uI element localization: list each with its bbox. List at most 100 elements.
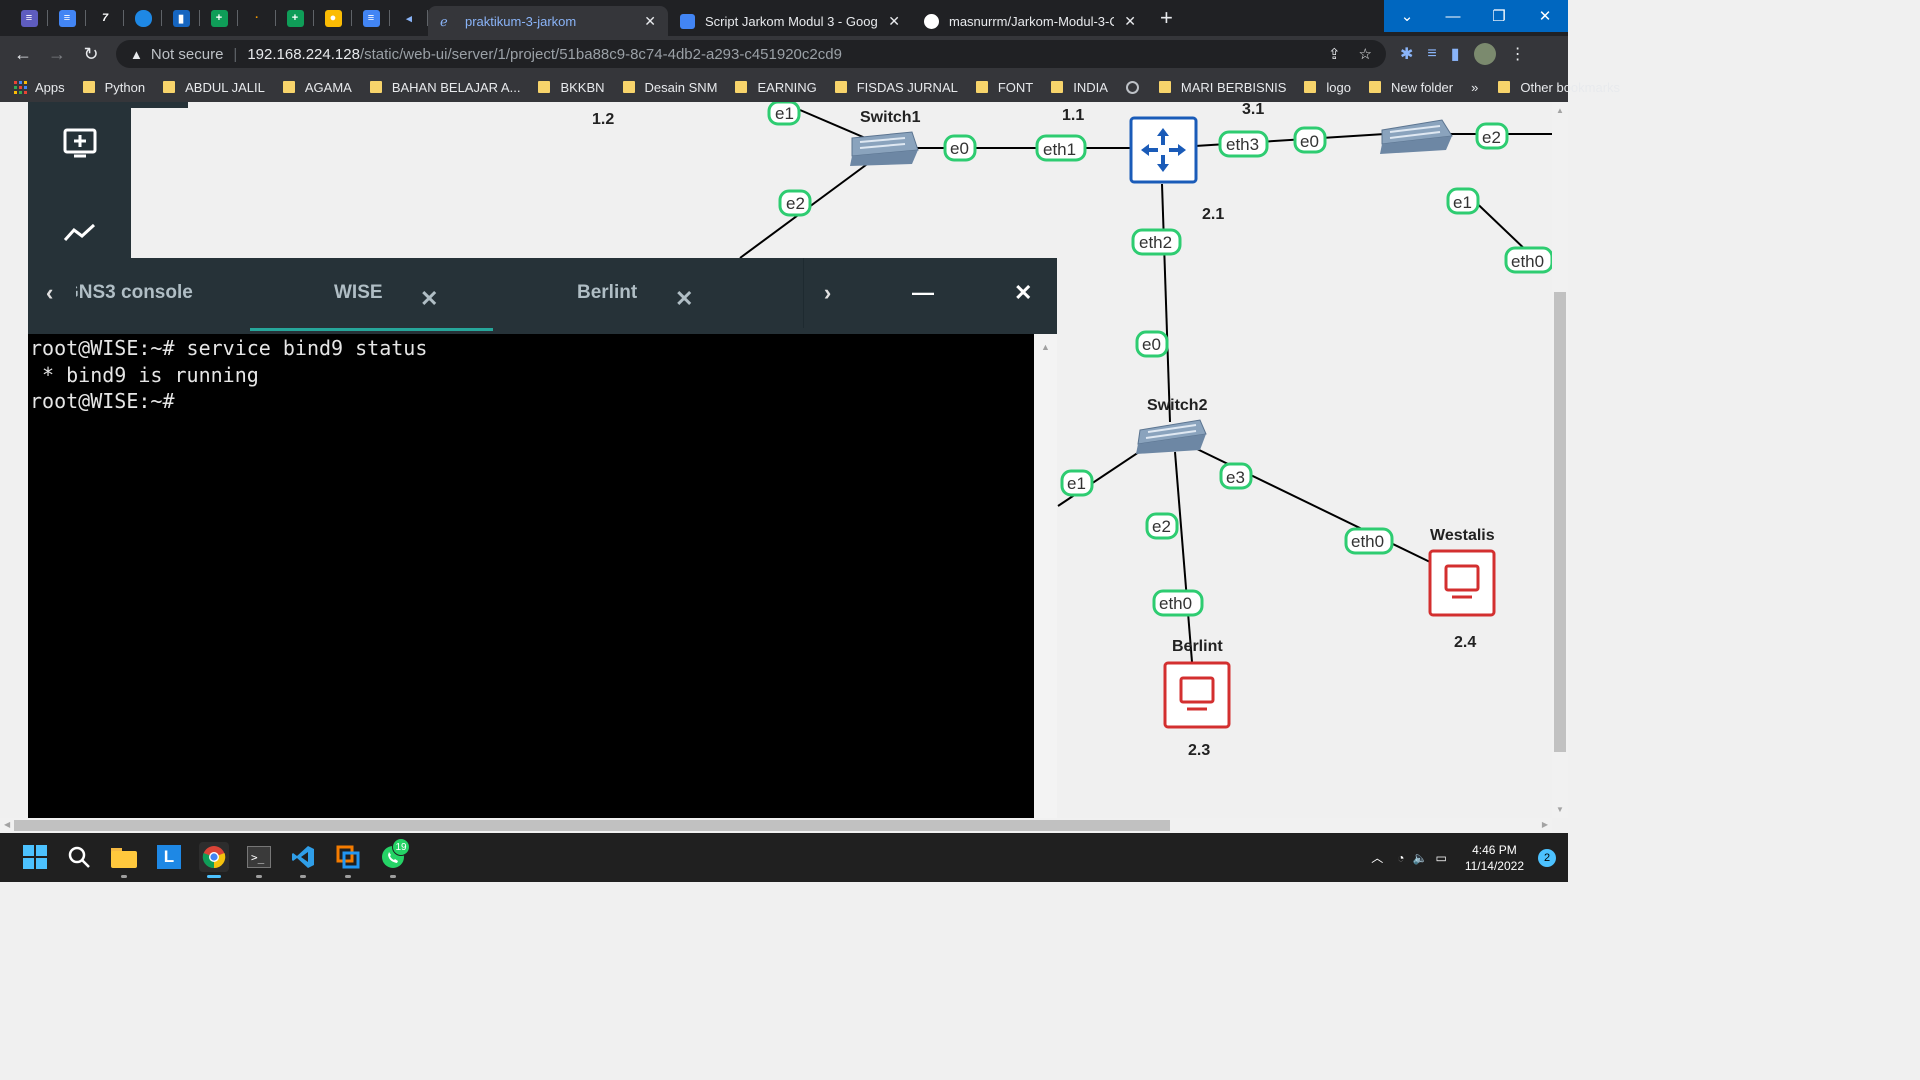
pinned-tab-sheets2-icon[interactable]: + — [276, 0, 314, 36]
bookmark-star-icon[interactable]: ☆ — [1359, 45, 1372, 63]
pinned-tab-audio-icon[interactable]: ◂ — [390, 0, 428, 36]
bookmark-folder[interactable]: Desain SNM — [622, 80, 717, 95]
new-tab-icon[interactable]: + — [1160, 5, 1173, 31]
restore-icon[interactable]: ❐ — [1476, 0, 1522, 32]
terminal-icon[interactable]: >_ — [244, 842, 274, 872]
add-link-icon[interactable] — [28, 222, 131, 244]
scroll-tabs-right-icon[interactable]: › — [803, 258, 851, 328]
other-bookmarks[interactable]: Other bookmarks — [1498, 80, 1620, 95]
page-horizontal-scrollbar[interactable]: ◀ ▶ — [0, 818, 1552, 833]
file-explorer-icon[interactable] — [109, 842, 139, 872]
reload-icon[interactable]: ↻ — [74, 37, 108, 71]
pinned-tab-tasks-icon[interactable]: ≡ — [10, 0, 48, 36]
url-path: /static/web-ui/server/1/project/51ba88c9… — [359, 45, 842, 63]
pinned-tab-docs2-icon[interactable]: ≡ — [352, 0, 390, 36]
share-icon[interactable]: ⇪ — [1328, 45, 1341, 63]
bookmark-folder[interactable]: Python — [82, 80, 145, 95]
back-icon[interactable]: ← — [6, 37, 40, 71]
tab-search-icon[interactable]: ⌄ — [1384, 0, 1430, 32]
pinned-tab-seven-icon[interactable]: 7 — [86, 0, 124, 36]
url-input[interactable]: ▲ Not secure | 192.168.224.128 /static/w… — [116, 40, 1386, 68]
vmware-icon[interactable] — [333, 842, 363, 872]
bookmark-folder[interactable]: INDIA — [1051, 80, 1108, 95]
extensions-icon[interactable]: ✱ — [1400, 44, 1413, 64]
bookmark-folder[interactable]: FONT — [975, 80, 1033, 95]
forward-icon[interactable]: → — [40, 37, 74, 71]
battery-icon[interactable]: ▭ — [1435, 851, 1446, 865]
bookmark-folder[interactable]: AGAMA — [282, 80, 352, 95]
search-icon[interactable] — [64, 842, 94, 872]
start-icon[interactable] — [20, 842, 50, 872]
pinned-tab-trello-icon[interactable]: ▮ — [162, 0, 200, 36]
pinned-tab-docs-icon[interactable]: ≡ — [48, 0, 86, 36]
switch1-icon[interactable] — [850, 131, 919, 166]
page-vertical-scrollbar[interactable]: ▲ ▼ — [1552, 102, 1568, 818]
bookmark-folder[interactable]: New folder — [1368, 80, 1453, 95]
berlint-pc-icon[interactable] — [1163, 661, 1231, 729]
media-icon[interactable]: ≡ — [1427, 45, 1436, 63]
running-indicator — [300, 875, 306, 878]
tab-github[interactable]: masnurrm/Jarkom-Modul-3-C11 ✕ — [912, 6, 1148, 36]
more-bookmarks-icon[interactable]: » — [1471, 80, 1478, 95]
tab-praktikum[interactable]: ℯ praktikum-3-jarkom ✕ — [428, 6, 668, 36]
pinned-tab-cloud-icon[interactable] — [124, 0, 162, 36]
scrollbar-thumb[interactable] — [14, 820, 1170, 831]
add-node-icon[interactable] — [28, 128, 131, 158]
minimize-console-icon[interactable]: — — [912, 258, 934, 328]
whatsapp-icon[interactable]: 19 — [378, 838, 410, 872]
terminal-output[interactable]: root@WISE:~# service bind9 status * bind… — [28, 334, 1034, 818]
address-label: 1.1 — [1062, 107, 1084, 124]
tab-close-icon[interactable]: ✕ — [644, 13, 656, 30]
port-label: e2 — [786, 194, 805, 213]
scroll-down-icon[interactable]: ▼ — [1556, 805, 1564, 814]
menu-kebab-icon[interactable]: ⋮ — [1510, 44, 1526, 64]
scroll-up-icon[interactable]: ▲ — [1556, 106, 1564, 115]
vscode-icon[interactable] — [288, 842, 318, 872]
volume-icon[interactable]: 🔈 — [1413, 851, 1428, 865]
tab-wise[interactable]: WISE — [334, 258, 383, 328]
minimize-icon[interactable]: — — [1430, 0, 1476, 32]
chrome-icon[interactable] — [199, 842, 229, 872]
switch3-icon[interactable] — [1380, 119, 1453, 154]
bookmark-folder[interactable]: logo — [1304, 80, 1351, 95]
l-app-icon[interactable]: L — [154, 842, 184, 872]
tab-script-jarkom[interactable]: Script Jarkom Modul 3 - Google ✕ — [668, 6, 912, 36]
profile-avatar[interactable] — [1473, 43, 1496, 65]
sidepanel-icon[interactable]: ▮ — [1451, 44, 1460, 64]
bookmark-folder[interactable]: ABDUL JALIL — [163, 80, 265, 95]
switch2-icon[interactable] — [1136, 419, 1207, 454]
bookmark-folder[interactable]: MARI BERBISNIS — [1158, 80, 1286, 95]
folder-icon — [834, 81, 847, 93]
bookmark-globe[interactable] — [1125, 80, 1147, 94]
wifi-icon[interactable]: ◔ — [1397, 851, 1404, 865]
bookmarks-bar: Apps Python ABDUL JALIL AGAMA BAHAN BELA… — [0, 72, 1620, 102]
tab-gns3-console[interactable]: GNS3 console — [76, 258, 248, 328]
scroll-up-icon[interactable]: ▲ — [1041, 342, 1050, 352]
tab-berlint[interactable]: Berlint — [577, 258, 637, 328]
terminal-scrollbar[interactable]: ▲ — [1034, 334, 1057, 818]
notification-badge[interactable]: 2 — [1538, 848, 1556, 867]
bookmark-folder[interactable]: FISDAS JURNAL — [834, 80, 958, 95]
westalis-pc-icon[interactable] — [1428, 549, 1496, 617]
scroll-right-icon[interactable]: ▶ — [1542, 820, 1548, 829]
bookmark-folder[interactable]: BKKBN — [538, 80, 605, 95]
scrollbar-thumb[interactable] — [1554, 292, 1566, 752]
pinned-tab-keep-icon[interactable]: ● — [314, 0, 352, 36]
chevron-up-icon[interactable]: ︿ — [1371, 849, 1383, 866]
bookmark-folder[interactable]: BAHAN BELAJAR A... — [369, 80, 520, 95]
bookmark-apps[interactable]: Apps — [14, 80, 65, 95]
close-console-icon[interactable]: ✕ — [1014, 258, 1032, 328]
router-icon[interactable] — [1129, 116, 1198, 184]
scroll-left-icon[interactable]: ◀ — [4, 820, 10, 829]
scroll-tabs-left-icon[interactable]: ‹ — [46, 258, 53, 328]
pinned-tab-dots-icon[interactable]: · — [238, 0, 276, 36]
clock[interactable]: 4:46 PM 11/14/2022 — [1465, 842, 1524, 874]
bookmark-folder[interactable]: EARNING — [735, 80, 817, 95]
port-label: e0 — [950, 139, 969, 158]
close-window-icon[interactable]: ✕ — [1522, 0, 1568, 32]
close-wise-tab-icon[interactable]: ✕ — [420, 264, 438, 334]
tab-close-icon[interactable]: ✕ — [888, 13, 900, 30]
pinned-tab-sheets-icon[interactable]: + — [200, 0, 238, 36]
tab-close-icon[interactable]: ✕ — [1124, 13, 1136, 30]
close-berlint-tab-icon[interactable]: ✕ — [675, 264, 693, 334]
